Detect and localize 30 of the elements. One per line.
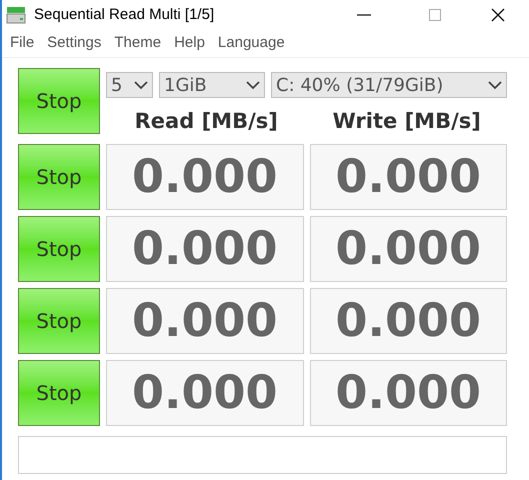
read-value: 0.000 bbox=[106, 144, 304, 210]
chevron-icon bbox=[134, 80, 148, 90]
window-title: Sequential Read Multi [1/5] bbox=[34, 4, 214, 25]
menu-item[interactable]: Theme bbox=[114, 32, 162, 55]
write-value: 0.000 bbox=[310, 216, 507, 282]
read-value: 0.000 bbox=[106, 288, 304, 354]
chevron-icon bbox=[246, 80, 260, 90]
stop-button[interactable]: Stop bbox=[18, 68, 100, 134]
write-value: 0.000 bbox=[310, 360, 507, 426]
column-header: Read [MB/s] bbox=[134, 108, 279, 135]
chevron-icon bbox=[488, 80, 502, 90]
menu-item[interactable]: Language bbox=[218, 32, 285, 55]
menu-item[interactable]: Help bbox=[174, 32, 205, 55]
stop-button[interactable]: Stop bbox=[18, 216, 100, 282]
app-icon bbox=[6, 5, 26, 25]
menu-item[interactable]: File bbox=[10, 32, 34, 55]
drive-select[interactable]: C: 40% (31/79GiB) bbox=[271, 72, 507, 98]
menu-item[interactable]: Settings bbox=[47, 32, 102, 55]
stop-button[interactable]: Stop bbox=[18, 288, 100, 354]
close-icon[interactable] bbox=[491, 8, 505, 22]
size-select[interactable]: 1GiB bbox=[159, 72, 265, 98]
stop-button[interactable]: Stop bbox=[18, 360, 100, 426]
read-value: 0.000 bbox=[106, 216, 304, 282]
write-value: 0.000 bbox=[310, 144, 507, 210]
stop-button[interactable]: Stop bbox=[18, 144, 100, 210]
write-value: 0.000 bbox=[310, 288, 507, 354]
column-header: Write [MB/s] bbox=[332, 108, 482, 135]
count-select[interactable]: 5 bbox=[106, 72, 153, 98]
comment-field[interactable] bbox=[18, 436, 507, 474]
read-value: 0.000 bbox=[106, 360, 304, 426]
